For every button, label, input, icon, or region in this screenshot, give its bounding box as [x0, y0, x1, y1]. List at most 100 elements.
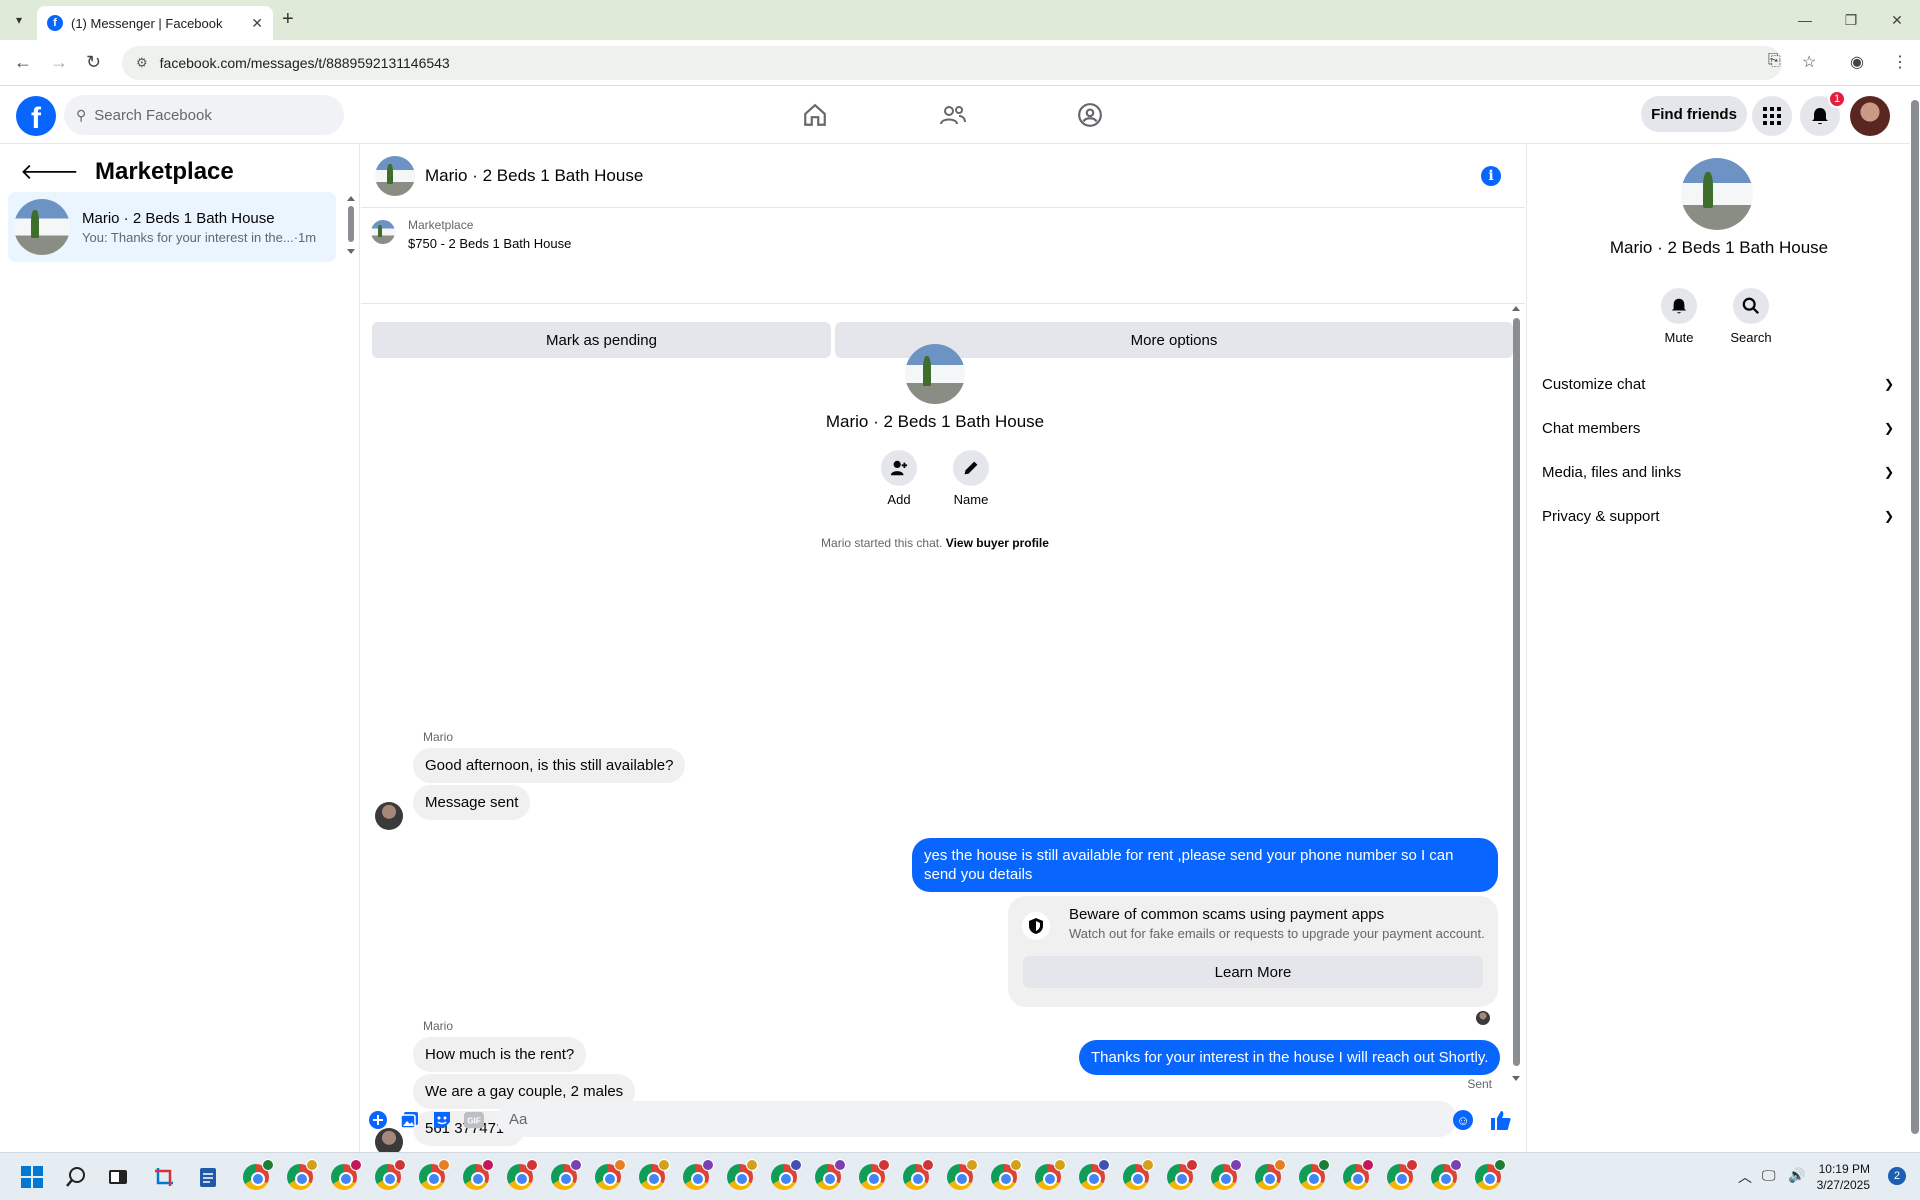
- chrome-profile-icon[interactable]: [1474, 1159, 1506, 1191]
- address-bar[interactable]: ⚙ facebook.com/messages/t/88895921311465…: [122, 46, 1782, 80]
- incoming-message[interactable]: Message sent: [413, 785, 531, 820]
- chrome-profile-icon[interactable]: [770, 1159, 802, 1191]
- mute-button[interactable]: Mute: [1649, 288, 1709, 345]
- chrome-profile-icon[interactable]: [902, 1159, 934, 1191]
- chrome-profile-icon[interactable]: [814, 1159, 846, 1191]
- conversation-info-icon[interactable]: i: [1481, 166, 1501, 186]
- chrome-profile-icon[interactable]: [550, 1159, 582, 1191]
- browser-tab-messenger[interactable]: f (1) Messenger | Facebook ✕: [37, 6, 273, 40]
- restore-icon[interactable]: ❐: [1828, 0, 1874, 40]
- sticker-icon[interactable]: [432, 1110, 452, 1130]
- chrome-profile-icon[interactable]: [330, 1159, 362, 1191]
- chrome-profile-icon[interactable]: [946, 1159, 978, 1191]
- friends-icon[interactable]: [938, 100, 968, 130]
- chrome-profile-icon[interactable]: [1210, 1159, 1242, 1191]
- snipping-tool-icon[interactable]: [150, 1163, 178, 1191]
- chrome-profile-icon[interactable]: [418, 1159, 450, 1191]
- chrome-profile-icon[interactable]: [506, 1159, 538, 1191]
- chat-scroll-thumb[interactable]: [1513, 318, 1520, 1066]
- chrome-profile-icon[interactable]: [682, 1159, 714, 1191]
- facebook-search-input[interactable]: ⚲ Search Facebook: [64, 95, 344, 135]
- plus-circle-icon[interactable]: [368, 1110, 388, 1130]
- gif-icon[interactable]: GIF: [464, 1110, 484, 1130]
- chat-avatar[interactable]: [375, 155, 415, 196]
- thumbs-up-icon[interactable]: [1488, 1108, 1514, 1132]
- outgoing-message[interactable]: yes the house is still available for ren…: [912, 838, 1498, 892]
- tab-search-chevron-icon[interactable]: ▾: [8, 9, 30, 31]
- chat-scrollbar[interactable]: [1511, 304, 1521, 1084]
- account-avatar[interactable]: [1850, 96, 1890, 136]
- notifications-bell-icon[interactable]: 1: [1800, 90, 1846, 136]
- taskbar-search-icon[interactable]: [62, 1163, 90, 1191]
- view-buyer-profile-link[interactable]: View buyer profile: [946, 536, 1049, 550]
- photo-icon[interactable]: [400, 1110, 420, 1130]
- site-info-icon[interactable]: ⚙: [136, 55, 148, 71]
- chrome-profile-icon[interactable]: [638, 1159, 670, 1191]
- home-icon[interactable]: [800, 100, 830, 130]
- chrome-profile-icon[interactable]: [726, 1159, 758, 1191]
- chrome-profile-icon[interactable]: [286, 1159, 318, 1191]
- conversation-item[interactable]: Mario · 2 Beds 1 Bath House You: Thanks …: [8, 192, 336, 262]
- chrome-profile-icon[interactable]: [990, 1159, 1022, 1191]
- notepad-icon[interactable]: [194, 1163, 222, 1191]
- page-scroll-thumb[interactable]: [1911, 100, 1919, 1134]
- customize-chat-section[interactable]: Customize chat ❯: [1542, 362, 1894, 406]
- groups-icon[interactable]: [1075, 100, 1105, 130]
- chrome-profile-icon[interactable]: [858, 1159, 890, 1191]
- back-icon[interactable]: ←: [14, 52, 32, 73]
- edit-name-button[interactable]: Name: [941, 450, 1001, 507]
- chrome-icon: [287, 1159, 318, 1190]
- tray-chevron-icon[interactable]: ︿: [1738, 1167, 1752, 1187]
- privacy-support-section[interactable]: Privacy & support ❯: [1542, 494, 1894, 538]
- window-close-icon[interactable]: ✕: [1874, 0, 1920, 40]
- incoming-message[interactable]: How much is the rent?: [413, 1037, 587, 1072]
- windows-start-icon[interactable]: [18, 1163, 46, 1191]
- chrome-profile-icon[interactable]: [594, 1159, 626, 1191]
- page-scrollbar[interactable]: [1910, 86, 1920, 1152]
- add-member-button[interactable]: Add: [869, 450, 929, 507]
- chrome-profile-icon[interactable]: [1386, 1159, 1418, 1191]
- chrome-profile-icon[interactable]: [1034, 1159, 1066, 1191]
- outgoing-message[interactable]: Thanks for your interest in the house I …: [1079, 1040, 1501, 1075]
- profile-icon[interactable]: ◉: [1850, 52, 1864, 72]
- notification-count-badge[interactable]: 2: [1888, 1167, 1906, 1185]
- back-arrow-icon[interactable]: 🡐: [20, 159, 79, 185]
- media-files-links-section[interactable]: Media, files and links ❯: [1542, 450, 1894, 494]
- chrome-profile-icon[interactable]: [242, 1159, 274, 1191]
- chrome-profile-icon[interactable]: [462, 1159, 494, 1191]
- minimize-icon[interactable]: —: [1782, 0, 1828, 40]
- new-tab-icon[interactable]: +: [282, 8, 294, 31]
- chrome-profile-icon[interactable]: [1122, 1159, 1154, 1191]
- chrome-icon: [683, 1159, 714, 1190]
- chrome-profile-icon[interactable]: [1430, 1159, 1462, 1191]
- volume-icon[interactable]: 🔊: [1788, 1167, 1805, 1184]
- facebook-logo-icon[interactable]: f: [16, 96, 56, 136]
- sidebar-scrollbar[interactable]: [346, 194, 356, 256]
- incoming-message[interactable]: Good afternoon, is this still available?: [413, 748, 686, 783]
- listing-summary[interactable]: $750 - 2 Beds 1 Bath House: [408, 236, 571, 251]
- chat-title[interactable]: Mario · 2 Beds 1 Bath House: [425, 166, 643, 186]
- message-input[interactable]: Aa: [497, 1101, 1457, 1137]
- learn-more-button[interactable]: Learn More: [1023, 956, 1483, 988]
- task-view-icon[interactable]: [104, 1163, 132, 1191]
- bookmark-star-icon[interactable]: ☆: [1802, 52, 1816, 72]
- chat-members-section[interactable]: Chat members ❯: [1542, 406, 1894, 450]
- chrome-profile-icon[interactable]: [1078, 1159, 1110, 1191]
- chrome-profile-icon[interactable]: [1254, 1159, 1286, 1191]
- chrome-profile-icon[interactable]: [1298, 1159, 1330, 1191]
- tab-close-icon[interactable]: ✕: [251, 15, 263, 32]
- chrome-profile-icon[interactable]: [1166, 1159, 1198, 1191]
- menu-grid-icon[interactable]: [1752, 96, 1792, 136]
- search-in-chat-button[interactable]: Search: [1721, 288, 1781, 345]
- chrome-profile-icon[interactable]: [1342, 1159, 1374, 1191]
- sender-avatar[interactable]: [375, 802, 403, 830]
- network-icon[interactable]: 🖵: [1762, 1167, 1776, 1184]
- find-friends-button[interactable]: Find friends: [1641, 96, 1747, 132]
- chrome-profile-icon[interactable]: [374, 1159, 406, 1191]
- emoji-icon[interactable]: ☺: [1453, 1110, 1473, 1130]
- forward-icon[interactable]: →: [50, 52, 68, 73]
- browser-menu-icon[interactable]: ⋮: [1892, 52, 1908, 72]
- system-clock[interactable]: 10:19 PM 3/27/2025: [1817, 1161, 1870, 1193]
- install-app-icon[interactable]: ⎘: [1768, 52, 1781, 70]
- reload-icon[interactable]: ↻: [86, 52, 101, 73]
